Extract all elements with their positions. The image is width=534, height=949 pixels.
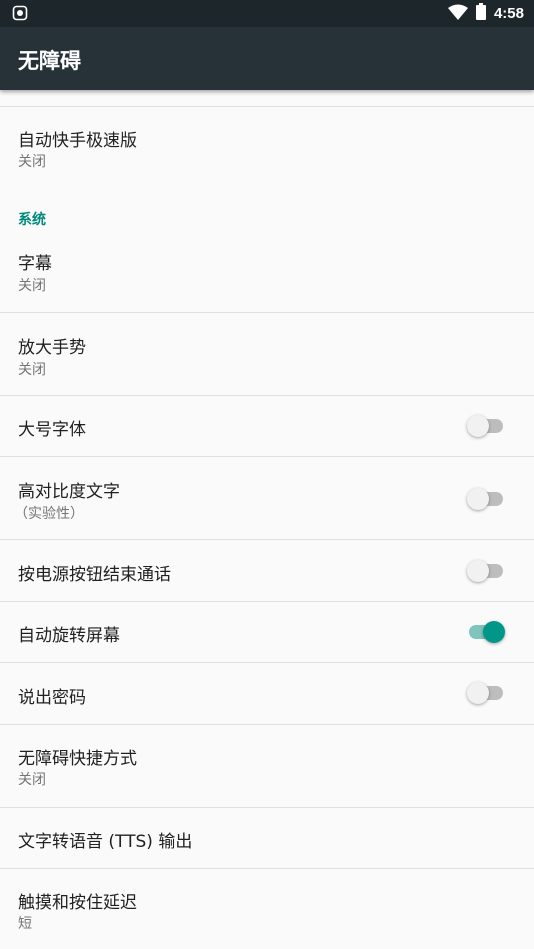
battery-icon: [475, 3, 486, 24]
switch-thumb: [483, 621, 505, 643]
section-header-system: 系统: [18, 212, 46, 228]
setting-title: 高对比度文字: [18, 482, 120, 502]
switch-thumb: [467, 560, 489, 582]
setting-title: 文字转语音 (TTS) 输出: [18, 832, 193, 852]
switch-thumb: [467, 682, 489, 704]
large-text-switch[interactable]: [467, 415, 503, 437]
setting-title: 无障碍快捷方式: [18, 749, 137, 769]
setting-subtitle: 关闭: [18, 772, 46, 788]
speak-passwords-switch[interactable]: [467, 682, 503, 704]
setting-auto-kuaishou[interactable]: 自动快手极速版 关闭: [0, 107, 534, 187]
power-ends-call-switch[interactable]: [467, 560, 503, 582]
setting-subtitle: 短: [18, 916, 32, 932]
setting-subtitle: 关闭: [18, 362, 46, 378]
setting-title: 自动快手极速版: [18, 131, 137, 151]
switch-thumb: [467, 415, 489, 437]
setting-subtitle: （实验性）: [14, 506, 84, 522]
setting-title: 字幕: [18, 254, 52, 274]
setting-accessibility-shortcut[interactable]: 无障碍快捷方式 关闭: [0, 725, 534, 807]
setting-captions[interactable]: 字幕 关闭: [0, 234, 534, 312]
setting-tts-output[interactable]: 文字转语音 (TTS) 输出: [0, 808, 534, 868]
setting-speak-passwords[interactable]: 说出密码: [0, 663, 534, 724]
setting-magnification[interactable]: 放大手势 关闭: [0, 313, 534, 395]
setting-title: 自动旋转屏幕: [18, 626, 120, 646]
app-bar: 无障碍: [0, 27, 534, 90]
android-debug-icon: [12, 5, 28, 21]
setting-title: 放大手势: [18, 338, 86, 358]
setting-title: 触摸和按住延迟: [18, 893, 137, 913]
wifi-icon: [447, 4, 468, 24]
auto-rotate-switch[interactable]: [469, 621, 505, 643]
setting-power-button-ends-call[interactable]: 按电源按钮结束通话: [0, 540, 534, 601]
setting-subtitle: 关闭: [18, 278, 46, 294]
setting-high-contrast-text[interactable]: 高对比度文字 （实验性）: [0, 457, 534, 539]
clock: 4:58: [493, 5, 524, 22]
setting-title: 大号字体: [18, 420, 86, 440]
page-title: 无障碍: [18, 49, 81, 73]
setting-title: 按电源按钮结束通话: [18, 565, 171, 585]
setting-large-text[interactable]: 大号字体: [0, 396, 534, 456]
setting-auto-rotate[interactable]: 自动旋转屏幕: [0, 602, 534, 662]
setting-subtitle: 关闭: [18, 154, 46, 170]
settings-list[interactable]: 自动快手极速版 关闭 系统 字幕 关闭 放大手势 关闭 大号字体 高对比度文字 …: [0, 90, 534, 949]
switch-thumb: [467, 488, 489, 510]
status-bar: 4:58: [0, 0, 534, 27]
setting-touch-hold-delay[interactable]: 触摸和按住延迟 短: [0, 869, 534, 949]
high-contrast-switch[interactable]: [467, 488, 503, 510]
setting-title: 说出密码: [18, 688, 86, 708]
